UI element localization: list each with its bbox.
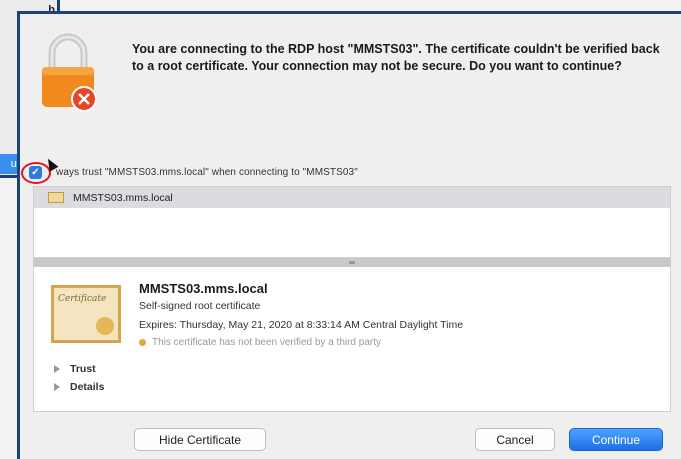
trust-disclosure[interactable]: Trust xyxy=(54,363,96,375)
certificate-list[interactable]: MMSTS03.mms.local xyxy=(33,186,671,258)
certificate-image-word: Certificate xyxy=(58,294,107,304)
lock-icon xyxy=(42,33,96,112)
certificate-warning: This certificate has not been verified b… xyxy=(139,337,381,348)
always-trust-row[interactable]: ✓ ways trust "MMSTS03.mms.local" when co… xyxy=(21,155,358,184)
details-disclosure[interactable]: Details xyxy=(54,381,104,393)
certificate-image: Certificate xyxy=(51,285,121,343)
warning-icon xyxy=(139,339,146,346)
certificate-warning-text: This certificate has not been verified b… xyxy=(152,337,382,348)
splitter-grip[interactable] xyxy=(349,261,355,264)
hide-certificate-button[interactable]: Hide Certificate xyxy=(134,428,266,451)
pane-splitter[interactable] xyxy=(33,258,671,267)
certificate-icon xyxy=(48,192,64,203)
certificate-expiry: Expires: Thursday, May 21, 2020 at 8:33:… xyxy=(139,319,464,331)
certificate-dialog: You are connecting to the RDP host "MMST… xyxy=(17,11,681,459)
continue-button[interactable]: Continue xyxy=(569,428,663,451)
certificate-name: MMSTS03.mms.local xyxy=(139,281,268,296)
always-trust-label: ways trust "MMSTS03.mms.local" when conn… xyxy=(56,166,358,178)
certificate-list-item-label: MMSTS03.mms.local xyxy=(73,191,173,204)
trust-disclosure-label: Trust xyxy=(70,363,96,375)
disclosure-triangle-icon xyxy=(54,365,60,373)
certificate-detail-pane: Certificate MMSTS03.mms.local Self-signe… xyxy=(33,267,671,412)
cancel-button[interactable]: Cancel xyxy=(475,428,555,451)
certificate-list-item[interactable]: MMSTS03.mms.local xyxy=(34,187,670,208)
disclosure-triangle-icon xyxy=(54,383,60,391)
details-disclosure-label: Details xyxy=(70,381,105,393)
certificate-seal xyxy=(96,317,114,335)
dialog-message: You are connecting to the RDP host "MMST… xyxy=(132,42,660,73)
certificate-type: Self-signed root certificate xyxy=(139,300,261,312)
